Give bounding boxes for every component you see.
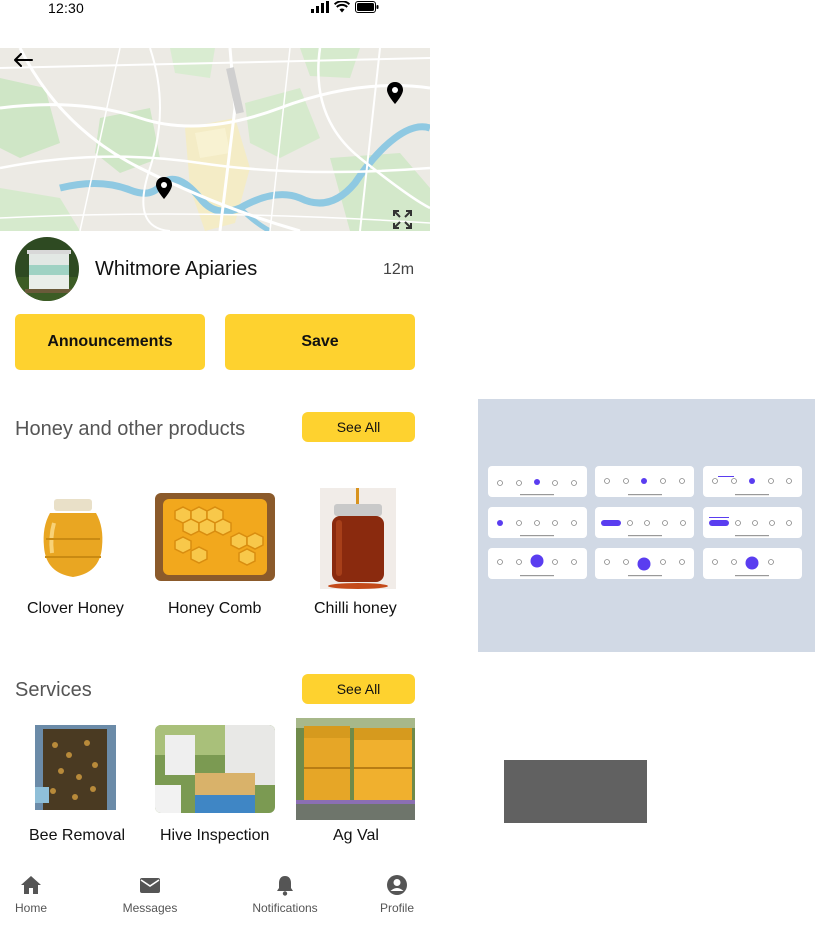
bee-removal-image [35,725,116,810]
mini-tab-bar-icons [497,476,792,577]
service-label: Ag Val [333,827,379,844]
gray-placeholder-block [504,760,647,823]
product-card-chilli-honey[interactable] [320,488,396,589]
map-pin-icon[interactable] [155,177,173,199]
home-icon [21,876,41,894]
status-time: 12:30 [48,0,85,16]
product-label: Honey Comb [168,600,262,617]
nav-item-notifications[interactable]: Notifications [250,866,320,915]
expand-icon[interactable] [392,209,413,230]
announcements-button[interactable]: Announcements [15,314,205,370]
nav-label-profile: Profile [379,901,414,915]
product-card-clover-honey[interactable] [34,497,112,582]
nav-item-profile[interactable]: Profile [378,866,416,915]
hive-inspection-image [155,725,275,813]
honey-jar-image [34,497,112,582]
nav-item-home[interactable]: Home [13,866,49,915]
nav-label-notifications: Notifications [252,901,318,915]
back-arrow-icon[interactable] [12,52,34,68]
beehives-field-image [296,718,415,820]
bell-icon [277,876,293,896]
nav-label-home: Home [14,901,47,915]
nav-item-messages[interactable]: Messages [121,866,179,915]
business-name: Whitmore Apiaries [95,258,258,280]
save-button[interactable]: Save [225,314,415,370]
service-card-hive-inspection[interactable] [155,725,275,813]
nav-label-messages: Messages [122,901,178,915]
service-card-bee-removal[interactable] [35,725,116,810]
battery-icon [355,1,379,13]
services-section-title: Services [15,679,92,701]
signal-icon [311,1,329,13]
service-label: Hive Inspection [160,827,270,844]
map-image [0,48,430,231]
bottom-navigation: Home Messages Notifications Profile [0,866,430,932]
business-avatar [15,237,79,301]
product-label: Chilli honey [314,600,397,617]
beehive-photo [15,237,79,301]
products-section-title: Honey and other products [15,418,246,440]
services-see-all-button[interactable]: See All [302,674,415,704]
tab-bar-variants-artboard [478,399,815,652]
products-see-all-button[interactable]: See All [302,412,415,442]
service-card-ag-val[interactable] [296,718,415,820]
status-icons [311,1,379,13]
honeycomb-image [155,493,275,581]
user-circle-icon [387,875,407,895]
chilli-honey-jar-image [320,488,396,589]
envelope-icon [140,878,160,893]
status-bar: 12:30 [0,0,430,20]
service-label: Bee Removal [29,827,126,844]
phone-screen: 12:30 Whitmore Apiaries 12m Announcement… [0,0,430,932]
product-card-honey-comb[interactable] [155,493,275,581]
distance-label: 12m [383,261,415,278]
map-pin-icon[interactable] [386,82,404,104]
product-label: Clover Honey [27,600,124,617]
wifi-icon [334,1,350,13]
location-map[interactable] [0,48,430,231]
